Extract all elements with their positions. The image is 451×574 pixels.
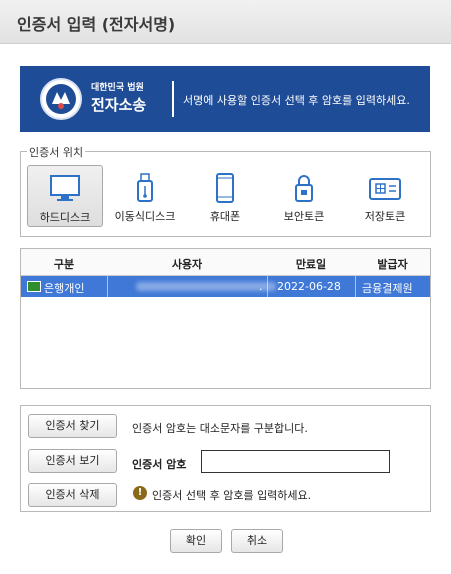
monitor-icon [50,175,80,201]
location-label: 저장토큰 [364,210,406,223]
table-row[interactable]: 은행개인 . 2022-06-28 금융결제원 [21,276,430,297]
banner-message: 서명에 사용할 인증서 선택 후 암호를 입력하세요. [183,94,410,107]
cert-location-legend: 인증서 위치 [27,144,86,160]
location-security-token[interactable]: 보안토큰 [266,165,342,227]
password-label: 인증서 암호 [132,458,187,471]
window-title: 인증서 입력 (전자서명) [17,15,176,34]
column-header-issuer[interactable]: 발급자 [355,256,430,272]
cert-location-group: 인증서 위치 하드디스크 이동식디스크 휴대폰 보안토큰 저장토큰 [20,144,431,237]
court-seal-icon [40,78,82,120]
warning-message: 인증서 선택 후 암호를 입력하세요. [152,489,312,502]
location-phone[interactable]: 휴대폰 [187,165,263,227]
cert-issuer: 금융결제원 [362,282,413,295]
cancel-button[interactable]: 취소 [231,529,283,553]
column-header-expiry[interactable]: 만료일 [267,256,355,272]
banner-divider [172,81,174,117]
cert-type: 은행개인 [44,282,85,295]
case-sensitive-note: 인증서 암호는 대소문자를 구분합니다. [132,422,308,435]
find-certificate-button[interactable]: 인증서 찾기 [28,414,117,438]
service-name: 전자소송 [91,96,147,114]
certificate-actions: 인증서 찾기 인증서 암호는 대소문자를 구분합니다. 인증서 보기 인증서 암… [20,405,431,512]
lock-token-icon [295,175,313,202]
table-header: 구분 사용자 만료일 발급자 [21,249,430,276]
title-bar: 인증서 입력 (전자서명) [0,0,451,44]
service-banner: 대한민국 법원 전자소송 서명에 사용할 인증서 선택 후 암호를 입력하세요. [20,66,430,132]
phone-icon [216,173,234,203]
location-label: 보안토큰 [283,210,325,223]
location-label: 이동식디스크 [114,210,176,223]
location-harddisk[interactable]: 하드디스크 [27,165,103,227]
court-name: 대한민국 법원 [91,83,144,93]
location-storage-token[interactable]: 저장토큰 [347,165,423,227]
view-certificate-button[interactable]: 인증서 보기 [28,449,117,473]
location-label: 하드디스크 [39,211,91,224]
delete-certificate-button[interactable]: 인증서 삭제 [28,483,117,507]
usb-icon [137,173,153,202]
smartcard-icon [369,178,401,200]
location-removable-disk[interactable]: 이동식디스크 [107,165,183,227]
cert-expiry: 2022-06-28 [277,280,341,293]
certificate-icon [27,281,41,292]
location-label: 휴대폰 [209,210,241,223]
redacted-user-name [136,282,276,291]
ok-button[interactable]: 확인 [170,529,222,553]
column-divider [267,276,268,297]
cert-user: . [259,280,263,293]
column-divider [355,276,356,297]
column-header-type[interactable]: 구분 [21,256,107,272]
certificate-password-input[interactable] [201,450,390,473]
certificate-table: 구분 사용자 만료일 발급자 은행개인 . 2022-06-28 금융결제원 [20,248,431,389]
column-header-user[interactable]: 사용자 [107,256,267,272]
column-divider [107,276,108,297]
warning-icon: ! [133,486,147,500]
